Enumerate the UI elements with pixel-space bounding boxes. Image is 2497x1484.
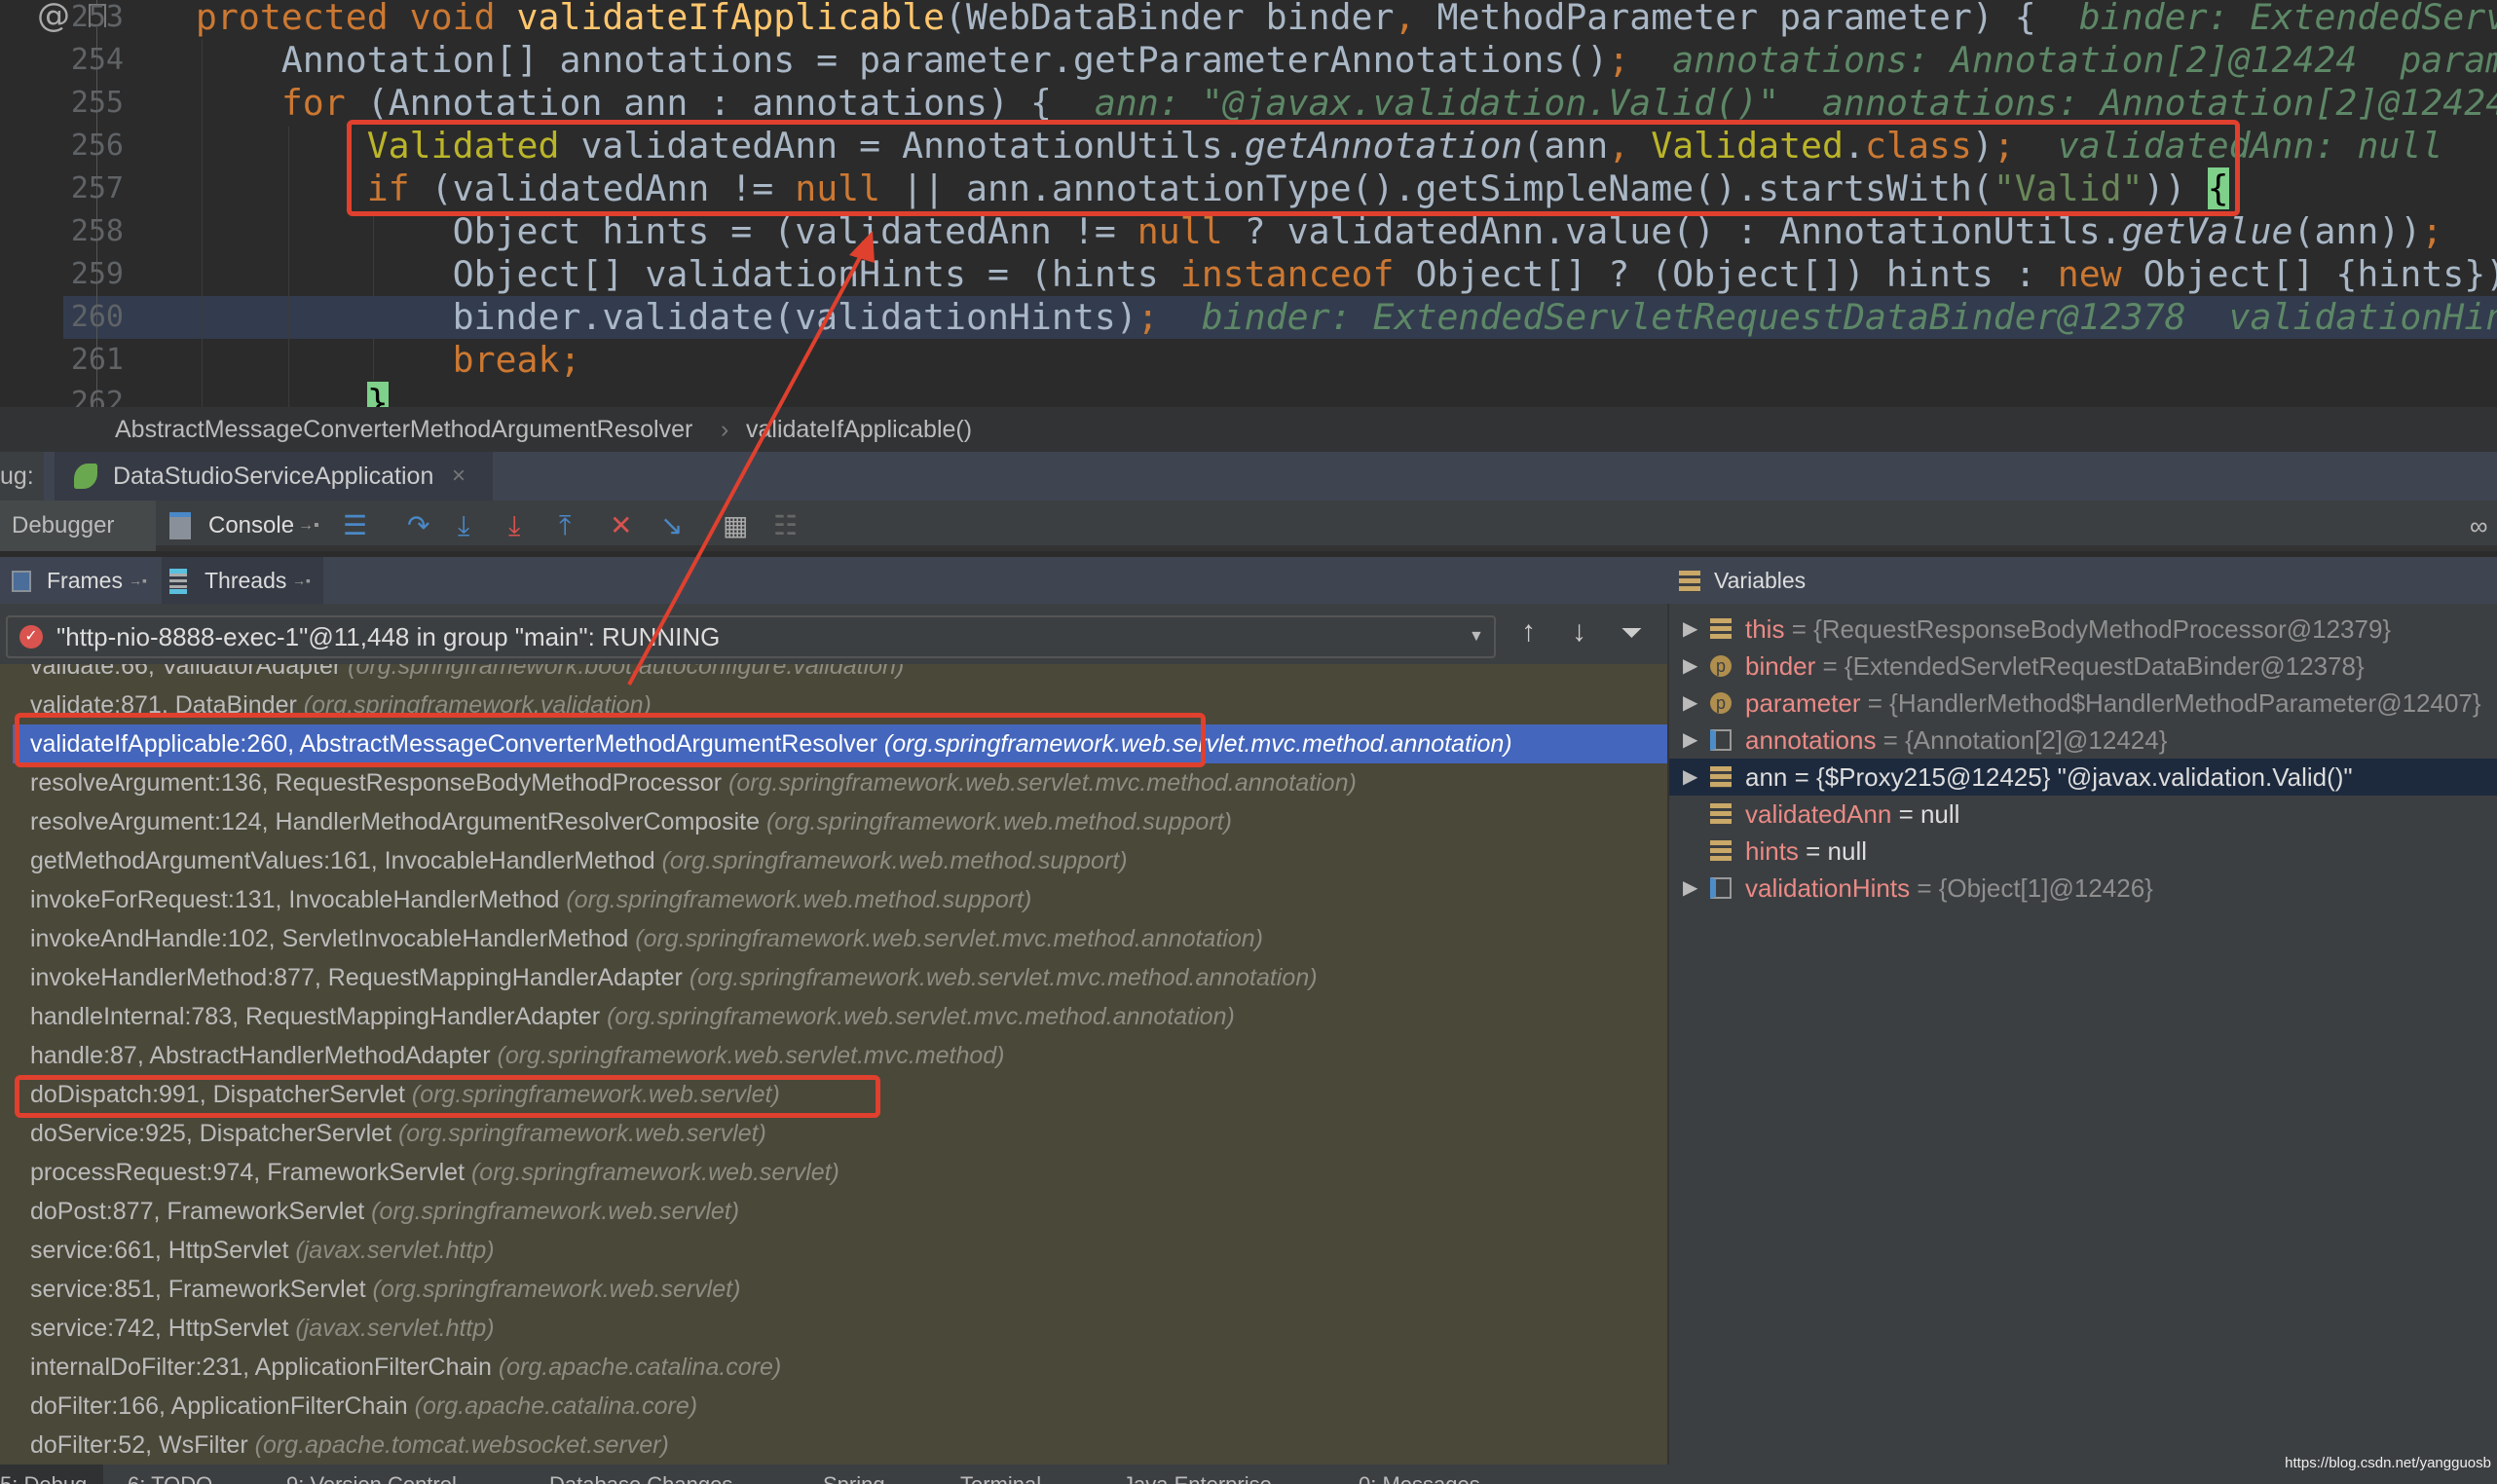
arrow-line — [627, 247, 867, 686]
tool-database-changes[interactable]: Database Changes — [549, 1472, 732, 1484]
watermark: https://blog.csdn.net/yangguosb — [2285, 1455, 2491, 1471]
tool-debug[interactable]: 5: Debug — [0, 1472, 87, 1484]
tool-terminal[interactable]: Terminal — [960, 1472, 1041, 1484]
tool-java-enterprise[interactable]: Java Enterprise — [1123, 1472, 1272, 1484]
annotation-arrow — [627, 231, 875, 686]
tool-spring[interactable]: Spring — [823, 1472, 885, 1484]
tool-messages[interactable]: 0: Messages — [1359, 1472, 1480, 1484]
tool-window-bar: 5: Debug 6: TODO 9: Version Control Data… — [0, 1465, 2497, 1484]
tool-todo[interactable]: 6: TODO — [128, 1472, 212, 1484]
tool-version-control[interactable]: 9: Version Control — [286, 1472, 457, 1484]
arrow-head — [849, 231, 875, 263]
